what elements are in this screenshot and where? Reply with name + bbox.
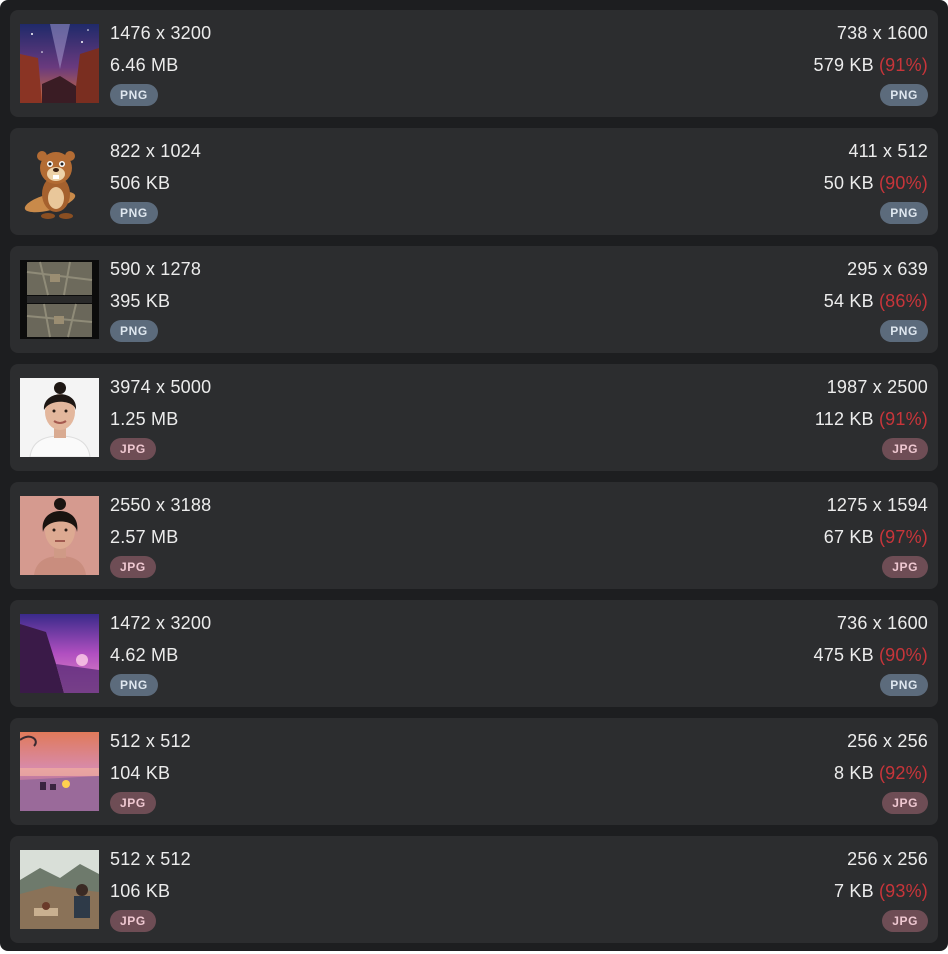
image-thumbnail[interactable]	[20, 850, 99, 929]
compressed-info: 738 x 1600 579 KB (91%) PNG	[814, 22, 928, 106]
savings-percent: (97%)	[878, 527, 928, 547]
compressed-dimensions: 738 x 1600	[836, 23, 928, 43]
image-thumbnail[interactable]	[20, 732, 99, 811]
image-row[interactable]: 590 x 1278 395 KB PNG 295 x 639 54 KB (8…	[10, 246, 938, 353]
original-dimensions: 590 x 1278	[110, 259, 202, 279]
savings-percent: (93%)	[878, 881, 928, 901]
output-format-badge: PNG	[880, 84, 928, 106]
compressed-size-line: 112 KB (91%)	[815, 408, 928, 430]
compressed-dimensions: 1987 x 2500	[826, 377, 928, 397]
format-badge: PNG	[110, 202, 158, 224]
format-badge: PNG	[110, 84, 158, 106]
original-info: 2550 x 3188 2.57 MB JPG	[110, 494, 211, 578]
original-dimensions: 1472 x 3200	[110, 613, 212, 633]
original-info: 1476 x 3200 6.46 MB PNG	[110, 22, 211, 106]
original-info: 512 x 512 104 KB JPG	[110, 730, 191, 814]
app-window: 1476 x 3200 6.46 MB PNG 738 x 1600 579 K…	[0, 0, 948, 951]
image-thumbnail[interactable]	[20, 496, 99, 575]
compressed-dimensions: 256 x 256	[847, 849, 928, 869]
savings-percent: (91%)	[878, 55, 928, 75]
original-size: 4.62 MB	[110, 645, 179, 665]
image-row[interactable]: 3974 x 5000 1.25 MB JPG 1987 x 2500 112 …	[10, 364, 938, 471]
original-info: 590 x 1278 395 KB PNG	[110, 258, 201, 342]
savings-percent: (86%)	[878, 291, 928, 311]
original-info: 3974 x 5000 1.25 MB JPG	[110, 376, 211, 460]
image-thumbnail[interactable]	[20, 24, 99, 103]
compressed-dimensions: 736 x 1600	[836, 613, 928, 633]
compressed-size: 67 KB	[823, 527, 874, 547]
output-format-badge: JPG	[882, 910, 928, 932]
compressed-size: 7 KB	[833, 881, 874, 901]
original-size: 395 KB	[110, 291, 171, 311]
image-thumbnail[interactable]	[20, 142, 99, 221]
image-row[interactable]: 1472 x 3200 4.62 MB PNG 736 x 1600 475 K…	[10, 600, 938, 707]
savings-percent: (92%)	[878, 763, 928, 783]
output-format-badge: PNG	[880, 202, 928, 224]
original-size: 6.46 MB	[110, 55, 179, 75]
original-dimensions: 512 x 512	[110, 849, 191, 869]
compressed-info: 256 x 256 7 KB (93%) JPG	[834, 848, 928, 932]
compressed-info: 736 x 1600 475 KB (90%) PNG	[814, 612, 928, 696]
image-row[interactable]: 512 x 512 104 KB JPG 256 x 256 8 KB (92%…	[10, 718, 938, 825]
savings-percent: (91%)	[878, 409, 928, 429]
original-size: 104 KB	[110, 763, 171, 783]
output-format-badge: PNG	[880, 674, 928, 696]
compressed-dimensions: 411 x 512	[848, 141, 928, 161]
compressed-size-line: 475 KB (90%)	[814, 644, 928, 666]
image-list: 1476 x 3200 6.46 MB PNG 738 x 1600 579 K…	[10, 10, 938, 954]
original-size: 2.57 MB	[110, 527, 179, 547]
original-size: 106 KB	[110, 881, 171, 901]
compressed-size-line: 50 KB (90%)	[824, 172, 928, 194]
savings-percent: (90%)	[878, 645, 928, 665]
format-badge: JPG	[110, 792, 156, 814]
original-info: 822 x 1024 506 KB PNG	[110, 140, 201, 224]
compressed-size-line: 7 KB (93%)	[834, 880, 928, 902]
compressed-info: 1987 x 2500 112 KB (91%) JPG	[815, 376, 928, 460]
output-format-badge: PNG	[880, 320, 928, 342]
image-row[interactable]: 2550 x 3188 2.57 MB JPG 1275 x 1594 67 K…	[10, 482, 938, 589]
compressed-size: 50 KB	[823, 173, 874, 193]
compressed-dimensions: 1275 x 1594	[826, 495, 928, 515]
compressed-info: 256 x 256 8 KB (92%) JPG	[834, 730, 928, 814]
compressed-dimensions: 295 x 639	[847, 259, 928, 279]
original-size: 1.25 MB	[110, 409, 179, 429]
compressed-dimensions: 256 x 256	[847, 731, 928, 751]
original-dimensions: 2550 x 3188	[110, 495, 212, 515]
format-badge: JPG	[110, 438, 156, 460]
original-size: 506 KB	[110, 173, 171, 193]
savings-percent: (90%)	[878, 173, 928, 193]
original-dimensions: 1476 x 3200	[110, 23, 212, 43]
output-format-badge: JPG	[882, 438, 928, 460]
image-row[interactable]: 822 x 1024 506 KB PNG 411 x 512 50 KB (9…	[10, 128, 938, 235]
original-dimensions: 512 x 512	[110, 731, 191, 751]
compressed-info: 1275 x 1594 67 KB (97%) JPG	[824, 494, 928, 578]
format-badge: PNG	[110, 674, 158, 696]
compressed-size: 112 KB	[814, 409, 874, 429]
image-thumbnail[interactable]	[20, 614, 99, 693]
output-format-badge: JPG	[882, 556, 928, 578]
image-row[interactable]: 1476 x 3200 6.46 MB PNG 738 x 1600 579 K…	[10, 10, 938, 117]
compressed-size: 8 KB	[833, 763, 874, 783]
original-dimensions: 822 x 1024	[110, 141, 202, 161]
image-row[interactable]: 512 x 512 106 KB JPG 256 x 256 7 KB (93%…	[10, 836, 938, 943]
format-badge: PNG	[110, 320, 158, 342]
format-badge: JPG	[110, 910, 156, 932]
compressed-size-line: 8 KB (92%)	[834, 762, 928, 784]
output-format-badge: JPG	[882, 792, 928, 814]
compressed-size: 579 KB	[813, 55, 874, 75]
image-thumbnail[interactable]	[20, 378, 99, 457]
compressed-size-line: 54 KB (86%)	[824, 290, 928, 312]
compressed-size: 475 KB	[813, 645, 874, 665]
compressed-info: 295 x 639 54 KB (86%) PNG	[824, 258, 928, 342]
compressed-size-line: 67 KB (97%)	[824, 526, 928, 548]
compressed-size-line: 579 KB (91%)	[814, 54, 928, 76]
original-dimensions: 3974 x 5000	[110, 377, 212, 397]
original-info: 512 x 512 106 KB JPG	[110, 848, 191, 932]
compressed-info: 411 x 512 50 KB (90%) PNG	[824, 140, 928, 224]
compressed-size: 54 KB	[823, 291, 874, 311]
image-thumbnail[interactable]	[20, 260, 99, 339]
original-info: 1472 x 3200 4.62 MB PNG	[110, 612, 211, 696]
format-badge: JPG	[110, 556, 156, 578]
